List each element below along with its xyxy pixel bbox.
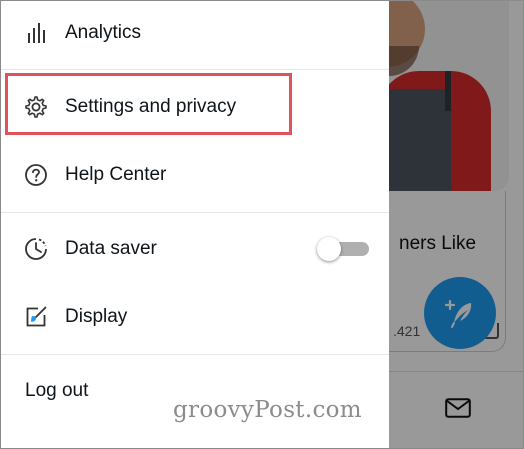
- help-circle-icon: [23, 162, 49, 188]
- data-saver-toggle[interactable]: [317, 237, 371, 261]
- menu-item-display[interactable]: Display: [1, 287, 389, 347]
- drawer-scrim-overlay[interactable]: [389, 1, 523, 448]
- logout-button[interactable]: Log out: [25, 380, 88, 402]
- highlight-annotation-box: [5, 73, 292, 135]
- menu-divider: [1, 354, 389, 355]
- menu-item-label: Data saver: [65, 238, 157, 259]
- watermark-text: groovyPost.com: [173, 397, 362, 423]
- menu-item-label: Display: [65, 306, 128, 327]
- toggle-knob: [317, 237, 341, 261]
- menu-item-label: Analytics: [65, 22, 142, 43]
- menu-item-help-center[interactable]: Help Center: [1, 145, 389, 205]
- menu-item-analytics[interactable]: Analytics: [1, 3, 389, 63]
- analytics-icon: [23, 20, 49, 46]
- menu-divider: [1, 69, 389, 70]
- data-saver-icon: [23, 236, 49, 262]
- menu-item-label: Help Center: [65, 164, 167, 185]
- screenshot-frame: ners Like .421 Analytics Settings and pr…: [0, 0, 524, 449]
- menu-divider: [1, 212, 389, 213]
- display-icon: [23, 304, 49, 330]
- side-navigation-drawer: Analytics Settings and privacy Help Cent…: [1, 1, 389, 448]
